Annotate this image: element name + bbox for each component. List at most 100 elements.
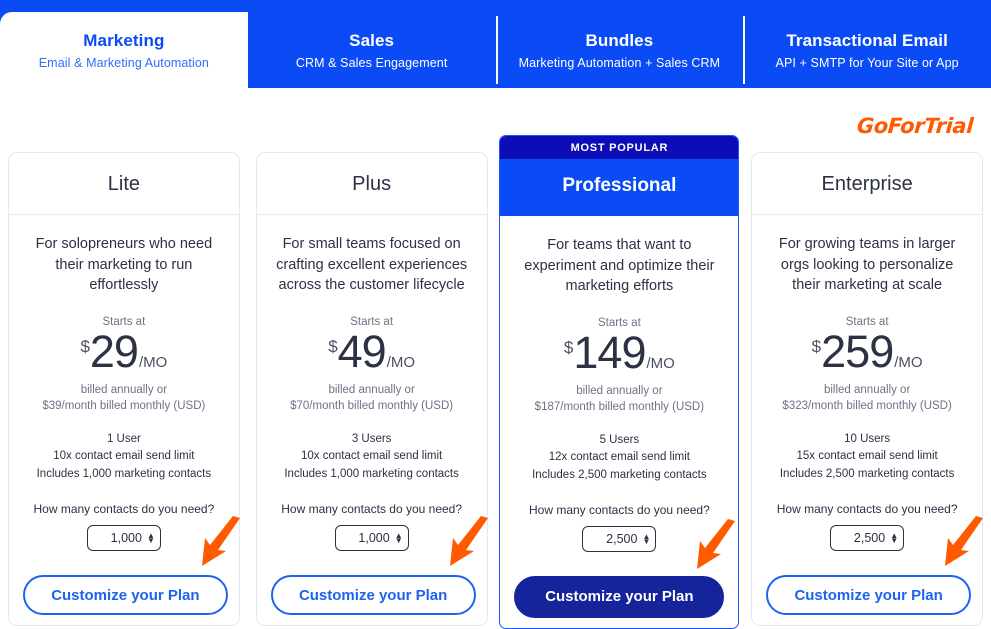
price-amount: 29 (89, 325, 139, 377)
billing-line-2: $70/month billed monthly (USD) (290, 400, 454, 413)
pricing-card-wrapper: Lite For solopreneurs who need their mark… (0, 135, 248, 626)
plan-name: Professional (500, 159, 739, 216)
plan-feature-list: 10 Users 15x contact email send limit Incl… (766, 431, 968, 483)
customize-your-plan-button[interactable]: Customize your Plan (22, 574, 228, 615)
plan-name: Lite (8, 153, 239, 215)
contacts-quantity-value: 2,500 (606, 531, 638, 546)
price-row: $259/MO (766, 329, 968, 374)
billing-line-2: $323/month billed monthly (USD) (782, 400, 952, 413)
plan-feature-list: 5 Users 12x contact email send limit Inclu… (514, 432, 724, 484)
stepper-arrows[interactable]: ▲ ▼ (890, 531, 898, 544)
tab-title: Sales (349, 30, 395, 50)
billing-line-1: billed annually or (823, 383, 911, 396)
stepper-arrows[interactable]: ▲ ▼ (147, 531, 155, 544)
plan-body: For small teams focused on crafting exce… (257, 215, 487, 615)
plan-feature: 5 Users (599, 434, 640, 447)
contacts-question-label: How many contacts do you need? (776, 501, 958, 516)
plan-name: Enterprise (752, 153, 983, 215)
tab-subtitle: Marketing Automation + Sales CRM (518, 55, 721, 70)
price-currency-symbol: $ (563, 337, 574, 357)
customize-your-plan-button[interactable]: Customize your Plan (766, 574, 972, 615)
plan-feature: 10x contact email send limit (53, 450, 195, 463)
contacts-quantity-stepper[interactable]: 2,500 ▲ ▼ (830, 524, 905, 551)
plan-body: For growing teams in larger orgs looking… (752, 215, 982, 615)
pricing-card-professional: MOST POPULAR Professional For teams that w… (499, 135, 740, 629)
tab-sales[interactable]: Sales CRM & Sales Engagement (248, 12, 496, 88)
stepper-arrows[interactable]: ▲ ▼ (642, 532, 650, 545)
stepper-down-icon[interactable]: ▼ (395, 536, 403, 544)
plan-feature: Includes 2,500 marketing contacts (532, 468, 707, 481)
contacts-quantity-stepper[interactable]: 1,000 ▲ ▼ (86, 524, 161, 551)
plan-description: For teams that want to experiment and op… (524, 237, 715, 295)
pricing-card-lite: Lite For solopreneurs who need their mark… (7, 152, 240, 626)
billing-line-2: $39/month billed monthly (USD) (42, 400, 206, 413)
billing-line-2: $187/month billed monthly (USD) (534, 401, 705, 414)
billing-line-1: billed annually or (328, 383, 415, 396)
price-amount: 49 (337, 325, 387, 377)
pricing-card-wrapper: Plus For small teams focused on crafting … (248, 135, 496, 626)
price-period: /MO (646, 354, 675, 372)
plan-description: For solopreneurs who need their marketin… (35, 236, 213, 294)
price-currency-symbol: $ (80, 336, 90, 356)
tab-title: Marketing (83, 30, 165, 50)
pricing-card-plus: Plus For small teams focused on crafting … (255, 152, 488, 626)
stepper-arrows[interactable]: ▲ ▼ (395, 531, 403, 544)
tab-transactional-email[interactable]: Transactional Email API + SMTP for Your S… (743, 12, 991, 88)
contacts-quantity-value: 2,500 (853, 530, 886, 545)
plan-feature: 15x contact email send limit (796, 450, 938, 463)
price-currency-symbol: $ (811, 336, 822, 356)
price-row: $29/MO (23, 329, 225, 374)
contacts-question-label: How many contacts do you need? (281, 501, 463, 516)
plan-name: Plus (256, 153, 487, 215)
billing-note: billed annually or $39/month billed month… (23, 382, 225, 415)
stepper-down-icon[interactable]: ▼ (642, 537, 650, 545)
product-tab-bar: Marketing Email & Marketing Automation Sal… (0, 0, 991, 88)
billing-note: billed annually or $70/month billed month… (271, 382, 473, 415)
stepper-down-icon[interactable]: ▼ (890, 536, 898, 544)
billing-line-1: billed annually or (80, 383, 168, 396)
tab-subtitle: API + SMTP for Your Site or App (775, 55, 959, 70)
customize-your-plan-button[interactable]: Customize your Plan (514, 575, 725, 618)
plan-body: For teams that want to experiment and op… (500, 216, 738, 618)
tab-subtitle: Email & Marketing Automation (38, 55, 209, 70)
plan-feature: Includes 2,500 marketing contacts (779, 467, 955, 480)
contacts-question-label: How many contacts do you need? (528, 502, 710, 517)
plan-feature-list: 1 User 10x contact email send limit Includ… (23, 431, 225, 483)
price-row: $149/MO (514, 330, 724, 375)
plan-feature: 10x contact email send limit (300, 450, 443, 463)
pricing-card-grid: Lite For solopreneurs who need their mark… (0, 135, 991, 629)
price-amount: 259 (821, 325, 894, 377)
customize-your-plan-button[interactable]: Customize your Plan (270, 574, 476, 615)
plan-feature: Includes 1,000 marketing contacts (284, 467, 459, 480)
plan-feature: 12x contact email send limit (548, 451, 690, 464)
contacts-quantity-value: 1,000 (110, 530, 142, 545)
billing-note: billed annually or $187/month billed mont… (514, 383, 724, 416)
plan-feature: 1 User (106, 433, 141, 446)
contacts-quantity-stepper[interactable]: 1,000 ▲ ▼ (334, 524, 409, 551)
plan-description: For growing teams in larger orgs looking… (778, 236, 956, 294)
contacts-quantity-stepper[interactable]: 2,500 ▲ ▼ (582, 525, 657, 552)
plan-description: For small teams focused on crafting exce… (276, 236, 468, 294)
billing-note: billed annually or $323/month billed mont… (766, 382, 968, 415)
billing-line-1: billed annually or (576, 384, 663, 397)
plan-feature-list: 3 Users 10x contact email send limit Inclu… (271, 431, 473, 483)
pricing-card-wrapper: MOST POPULAR Professional For teams that w… (496, 135, 744, 629)
plan-feature: 3 Users (351, 433, 392, 446)
plan-body: For solopreneurs who need their marketin… (9, 215, 239, 615)
stepper-down-icon[interactable]: ▼ (147, 536, 155, 544)
price-period: /MO (138, 353, 168, 371)
price-row: $49/MO (271, 329, 473, 374)
contacts-quantity-value: 1,000 (358, 530, 390, 545)
tab-title: Bundles (585, 30, 654, 50)
plan-feature: Includes 1,000 marketing contacts (36, 467, 212, 480)
tab-marketing[interactable]: Marketing Email & Marketing Automation (0, 12, 248, 88)
most-popular-badge: MOST POPULAR (500, 136, 739, 159)
tab-bundles[interactable]: Bundles Marketing Automation + Sales CRM (495, 12, 744, 88)
tab-title: Transactional Email (786, 30, 948, 50)
tab-subtitle: CRM & Sales Engagement (295, 55, 448, 70)
pricing-card-wrapper: Enterprise For growing teams in larger or… (743, 135, 991, 626)
price-period: /MO (386, 353, 416, 371)
pricing-card-enterprise: Enterprise For growing teams in larger or… (751, 152, 984, 626)
plan-feature: 10 Users (844, 433, 891, 446)
price-amount: 149 (573, 326, 646, 378)
